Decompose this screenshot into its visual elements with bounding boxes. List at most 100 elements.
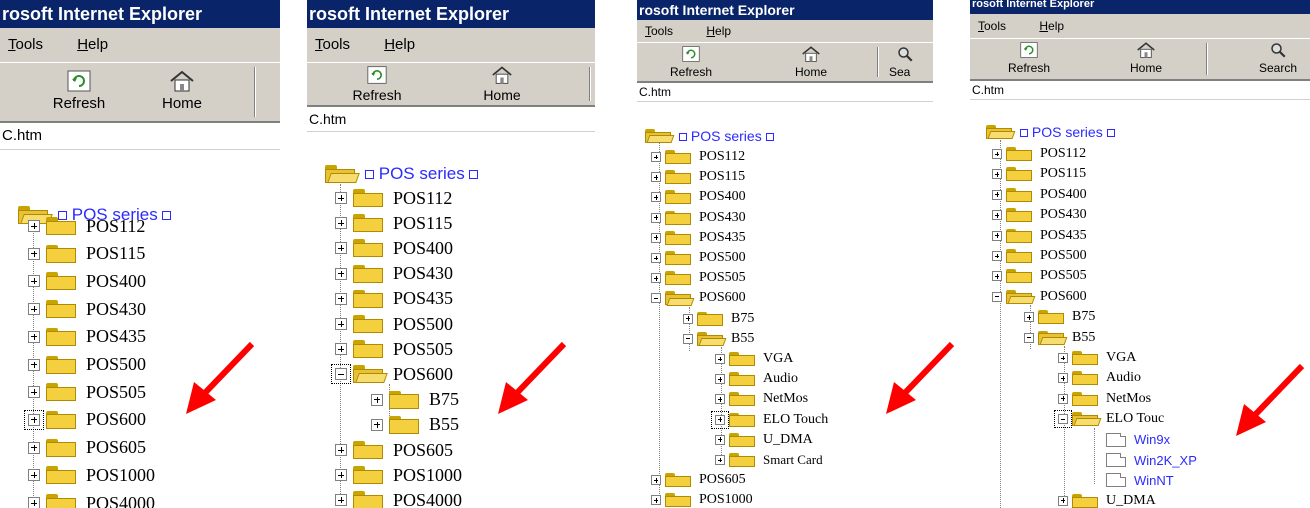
collapse-icon[interactable] — [992, 291, 1002, 302]
menu-help[interactable]: Help — [77, 28, 108, 62]
expand-icon[interactable] — [28, 275, 40, 288]
refresh-button[interactable]: Refresh — [34, 69, 124, 112]
tree-node[interactable]: POS400 — [28, 271, 146, 291]
home-button[interactable]: Home — [467, 65, 537, 103]
tree-node[interactable]: POS400 — [651, 189, 746, 205]
expand-icon[interactable] — [335, 217, 347, 230]
expand-icon[interactable] — [371, 418, 383, 431]
search-button[interactable]: Search — [1248, 41, 1308, 75]
expand-icon[interactable] — [715, 434, 725, 445]
expand-icon[interactable] — [992, 271, 1002, 282]
expand-icon[interactable] — [715, 374, 725, 385]
tree-node[interactable]: U_DMA — [715, 432, 813, 448]
expand-icon[interactable] — [335, 469, 347, 482]
expand-icon[interactable] — [992, 210, 1002, 221]
tree-node[interactable]: POS115 — [28, 243, 145, 264]
expand-icon[interactable] — [992, 230, 1002, 241]
expand-icon[interactable] — [715, 354, 725, 364]
expand-icon[interactable] — [992, 189, 1002, 200]
tree-node-expanded[interactable]: ELO Touc — [1054, 410, 1164, 429]
tree-node-expanded[interactable]: POS600 — [331, 364, 453, 385]
tree-node[interactable]: POS505 — [335, 339, 453, 359]
expand-icon[interactable] — [651, 253, 661, 263]
tree-node[interactable]: POS1000 — [651, 492, 753, 508]
tree-node[interactable]: POS430 — [335, 263, 453, 284]
tree-node[interactable]: B75 — [371, 389, 459, 410]
tree-node[interactable]: B75 — [1024, 309, 1095, 325]
tree-node[interactable]: B75 — [683, 311, 754, 327]
tree-node[interactable]: Audio — [715, 371, 798, 387]
tree-node[interactable]: POS115 — [992, 166, 1086, 182]
tree-leaf-link[interactable]: Win9x — [1106, 432, 1170, 448]
tree-node[interactable]: POS1000 — [28, 465, 155, 485]
expand-icon[interactable] — [1058, 373, 1068, 384]
expand-icon[interactable] — [335, 494, 347, 507]
collapse-icon[interactable] — [683, 333, 693, 344]
expand-icon[interactable] — [992, 149, 1002, 159]
expand-icon[interactable] — [28, 497, 40, 508]
menu-help[interactable]: Help — [1039, 14, 1064, 38]
expand-icon[interactable] — [715, 394, 725, 405]
expand-icon[interactable] — [28, 247, 40, 260]
expand-icon[interactable] — [651, 495, 661, 506]
tree-node[interactable]: POS505 — [651, 270, 746, 286]
tree-node[interactable]: B55 — [371, 414, 459, 435]
refresh-button[interactable]: Refresh — [994, 41, 1064, 75]
tree-node[interactable]: POS430 — [651, 210, 746, 226]
expand-icon[interactable] — [28, 358, 40, 371]
collapse-icon[interactable] — [1054, 410, 1072, 429]
expand-icon[interactable] — [683, 313, 693, 324]
tree-node[interactable]: POS112 — [992, 146, 1086, 162]
tree-node[interactable]: POS115 — [335, 213, 452, 233]
expand-icon[interactable] — [28, 303, 40, 316]
search-button[interactable]: Sea — [889, 45, 933, 79]
tree-node[interactable]: POS605 — [335, 440, 453, 460]
expand-icon[interactable] — [1058, 393, 1068, 404]
expand-icon[interactable] — [24, 409, 44, 430]
tree-node[interactable]: POS500 — [335, 314, 453, 334]
expand-icon[interactable] — [28, 386, 40, 399]
tree-node[interactable]: POS435 — [28, 326, 146, 347]
tree-node[interactable]: POS1000 — [335, 465, 462, 485]
tree-node[interactable]: POS435 — [651, 230, 746, 246]
tree-node[interactable]: NetMos — [715, 391, 808, 407]
address-bar[interactable]: C.htm — [637, 82, 933, 102]
expand-icon[interactable] — [651, 475, 661, 486]
tree-node-expanded[interactable]: B55 — [683, 331, 754, 347]
tree-node[interactable]: POS435 — [335, 288, 453, 309]
tree-node[interactable]: POS4000 — [28, 493, 155, 508]
tree-node[interactable]: VGA — [715, 351, 793, 367]
tree-node[interactable]: POS500 — [651, 250, 746, 266]
tree-node[interactable]: POS430 — [28, 299, 146, 319]
expand-icon[interactable] — [651, 212, 661, 223]
expand-icon[interactable] — [28, 330, 40, 343]
menu-help[interactable]: Help — [384, 28, 415, 62]
tree-node[interactable]: POS605 — [28, 437, 146, 458]
expand-icon[interactable] — [335, 192, 347, 204]
expand-icon[interactable] — [651, 192, 661, 203]
expand-icon[interactable] — [1024, 312, 1034, 323]
tree-leaf-link[interactable]: Win2K_XP — [1106, 452, 1197, 468]
home-button[interactable]: Home — [781, 45, 841, 79]
tree-node[interactable]: POS112 — [651, 149, 745, 165]
tree-node[interactable]: POS400 — [992, 187, 1087, 203]
expand-icon[interactable] — [651, 152, 661, 162]
menu-help[interactable]: Help — [706, 20, 731, 42]
expand-icon[interactable] — [992, 251, 1002, 261]
tree-node[interactable]: NetMos — [1058, 391, 1151, 407]
tree-node[interactable]: POS112 — [28, 216, 145, 236]
tree-node[interactable]: POS600 — [24, 409, 146, 430]
tree-node[interactable]: POS430 — [992, 207, 1087, 223]
expand-icon[interactable] — [715, 455, 725, 465]
expand-icon[interactable] — [335, 242, 347, 255]
expand-icon[interactable] — [651, 232, 661, 243]
expand-icon[interactable] — [335, 444, 347, 456]
tree-node[interactable]: POS435 — [992, 228, 1087, 244]
tree-node[interactable]: Audio — [1058, 370, 1141, 386]
tree-node[interactable]: POS4000 — [335, 490, 462, 508]
refresh-button[interactable]: Refresh — [337, 65, 417, 103]
tree-node[interactable]: POS500 — [28, 354, 146, 375]
address-bar[interactable]: C.htm — [0, 122, 280, 150]
collapse-icon[interactable] — [1024, 332, 1034, 343]
tree-node[interactable]: Smart Card — [715, 452, 823, 468]
